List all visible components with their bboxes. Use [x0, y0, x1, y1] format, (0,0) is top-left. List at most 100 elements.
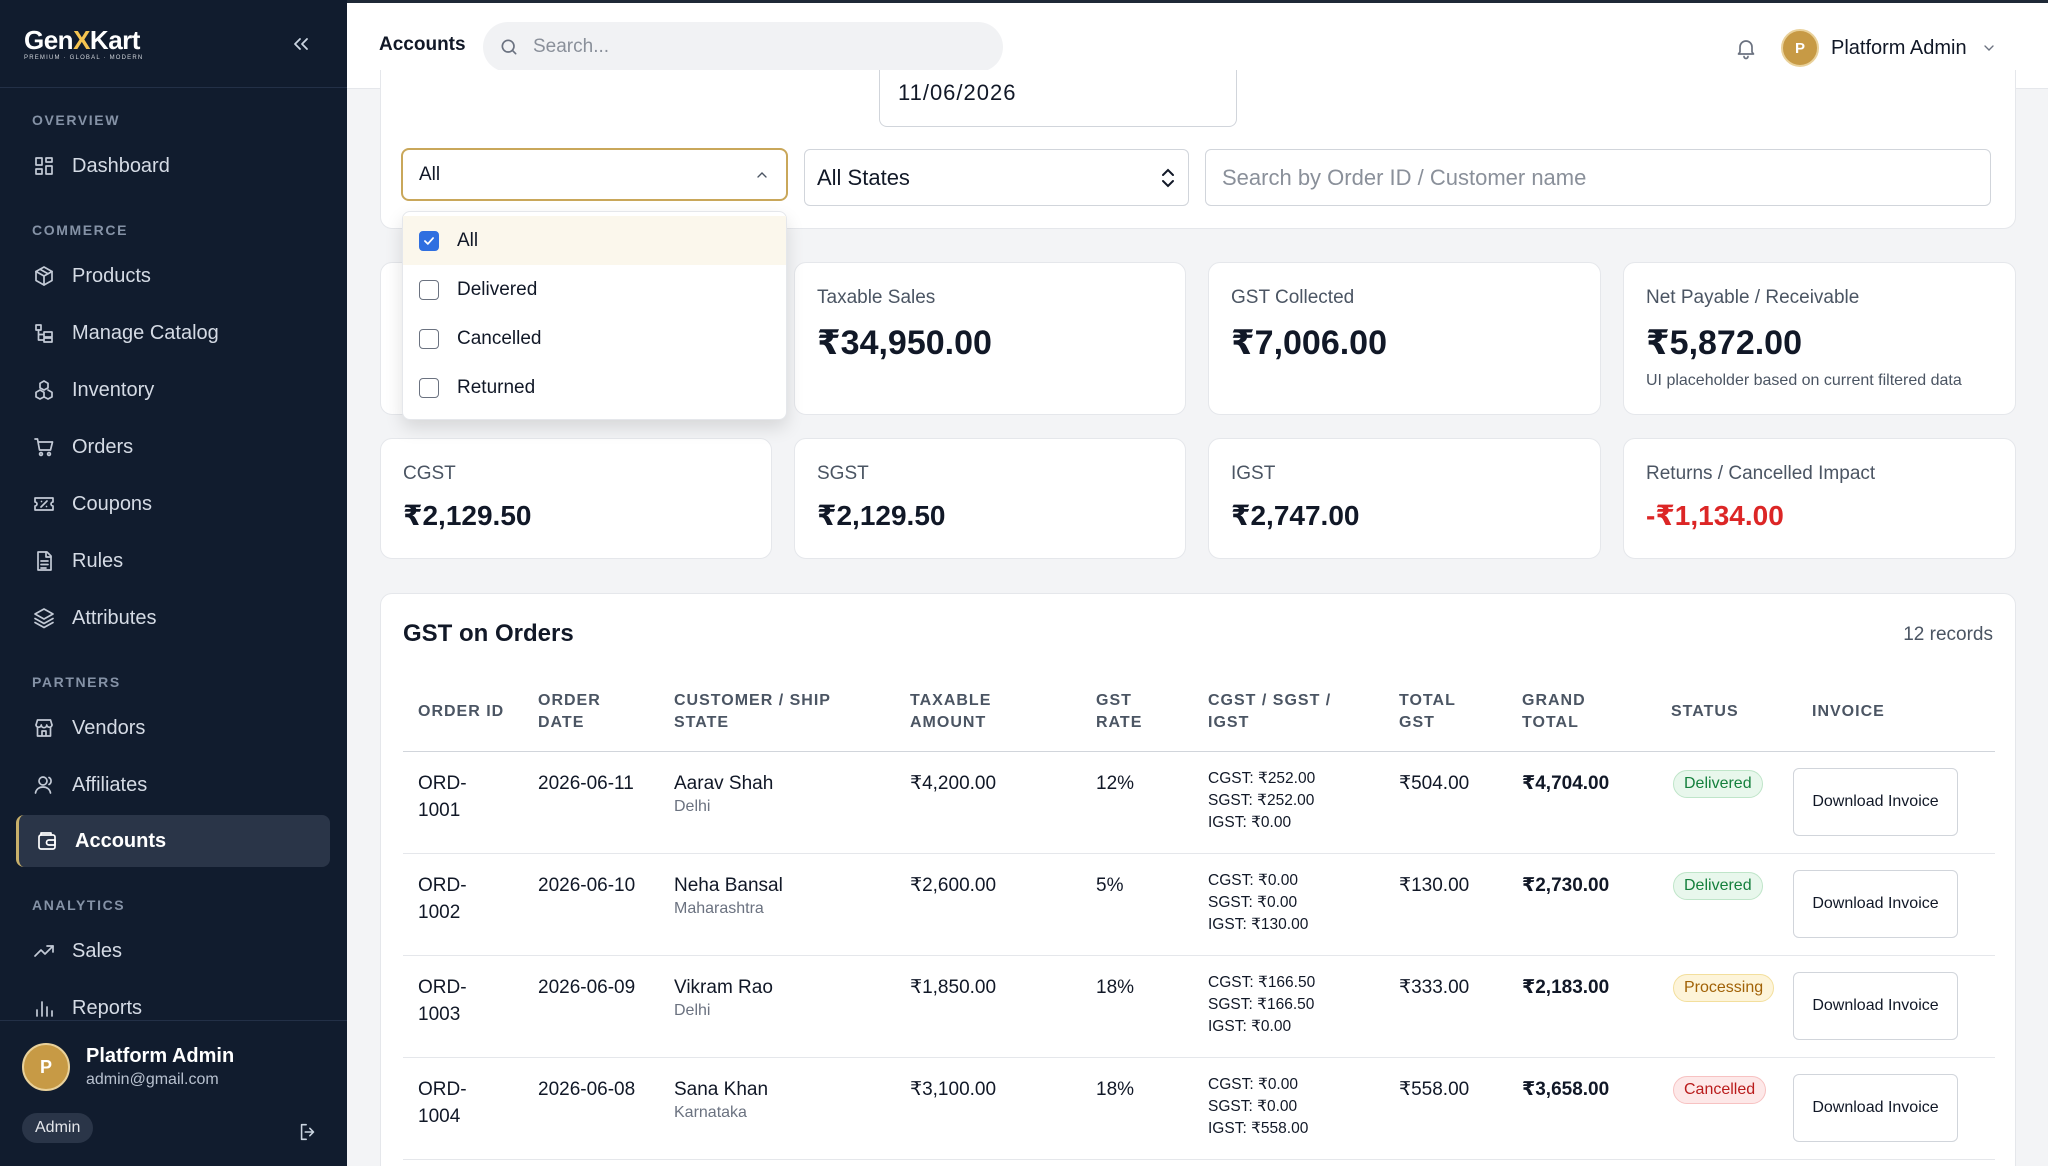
- stat-card-gst-collected: GST Collected ₹7,006.00: [1208, 262, 1601, 415]
- status-badge: Delivered: [1673, 872, 1763, 900]
- sidebar: GenXKart PREMIUM · GLOBAL · MODERN OVERV…: [0, 0, 347, 1166]
- status-filter-select[interactable]: All: [401, 148, 788, 201]
- status-badge: Cancelled: [1673, 1076, 1767, 1104]
- table-row: ORD-1002 2026-06-10 Neha Bansal Maharash…: [403, 854, 1995, 956]
- collapse-sidebar-icon[interactable]: [289, 32, 313, 56]
- sidebar-item-attributes[interactable]: Attributes: [16, 592, 330, 644]
- sidebar-item-label: Vendors: [72, 716, 146, 739]
- cart-icon: [34, 438, 54, 457]
- user-menu[interactable]: P Platform Admin: [1781, 29, 1997, 67]
- sidebar-item-label: Affiliates: [72, 773, 148, 796]
- checkbox[interactable]: [419, 279, 439, 300]
- taxable-amount: ₹4,200.00: [910, 773, 997, 794]
- sidebar-user-name: Platform Admin: [86, 1045, 235, 1067]
- bell-icon[interactable]: [1734, 36, 1758, 60]
- sidebar-item-orders[interactable]: Orders: [16, 421, 330, 473]
- taxable-amount: ₹1,850.00: [910, 977, 997, 998]
- grand-total: ₹4,704.00: [1522, 773, 1610, 794]
- gst-rate: 18%: [1096, 977, 1135, 998]
- order-id: ORD-1004: [418, 1079, 467, 1127]
- catalog-icon: [35, 324, 53, 343]
- status-option-returned[interactable]: Returned: [403, 363, 786, 412]
- col-invoice: INVOICE: [1812, 703, 1885, 720]
- col-customer: CUSTOMER / SHIP STATE: [674, 692, 831, 731]
- status-filter-value: All: [419, 163, 441, 185]
- brand-logo[interactable]: GenXKart PREMIUM · GLOBAL · MODERN: [24, 26, 143, 61]
- grand-total: ₹2,730.00: [1522, 875, 1610, 896]
- chevron-down-icon: [1983, 45, 1994, 51]
- download-invoice-button[interactable]: Download Invoice: [1793, 1074, 1958, 1142]
- sidebar-item-manage-catalog[interactable]: Manage Catalog: [16, 307, 330, 359]
- customer-cell: Aarav Shah Delhi: [674, 773, 774, 815]
- sidebar-item-products[interactable]: Products: [16, 250, 330, 302]
- checkbox-checked[interactable]: [419, 230, 439, 251]
- sidebar-item-label: Orders: [72, 435, 134, 458]
- gst-breakdown: CGST: ₹0.00 SGST: ₹0.00 IGST: ₹130.00: [1208, 872, 1309, 933]
- state-filter-value: All States: [817, 164, 910, 190]
- sidebar-header: GenXKart PREMIUM · GLOBAL · MODERN: [0, 0, 347, 88]
- sidebar-item-label: Accounts: [75, 829, 167, 852]
- sidebar-item-label: Sales: [72, 939, 123, 962]
- state-filter-select[interactable]: All States: [804, 149, 1189, 206]
- user-name: Platform Admin: [1831, 36, 1967, 59]
- avatar: P: [1781, 29, 1819, 67]
- sidebar-footer: P Platform Admin admin@gmail.com Admin: [0, 1020, 347, 1166]
- total-gst: ₹558.00: [1399, 1079, 1470, 1100]
- status-badge: Delivered: [1673, 770, 1763, 798]
- sidebar-item-accounts[interactable]: Accounts: [16, 815, 330, 867]
- document-icon: [37, 551, 52, 571]
- global-search[interactable]: [483, 22, 1003, 72]
- logout-icon[interactable]: [297, 1121, 319, 1143]
- checkbox[interactable]: [419, 328, 439, 349]
- search-icon: [501, 39, 517, 55]
- download-invoice-button[interactable]: Download Invoice: [1793, 768, 1958, 836]
- total-gst: ₹130.00: [1399, 875, 1470, 896]
- sidebar-item-rules[interactable]: Rules: [16, 535, 330, 587]
- order-search-input[interactable]: [1205, 149, 1991, 206]
- user-icon: [34, 776, 52, 794]
- download-invoice-button[interactable]: Download Invoice: [1793, 972, 1958, 1040]
- grand-total: ₹3,658.00: [1522, 1079, 1610, 1100]
- section-overview: OVERVIEW: [32, 112, 121, 128]
- customer-cell: Neha Bansal Maharashtra: [674, 875, 783, 917]
- gst-breakdown: CGST: ₹166.50 SGST: ₹166.50 IGST: ₹0.00: [1208, 974, 1316, 1035]
- sidebar-item-dashboard[interactable]: Dashboard: [16, 140, 330, 192]
- taxable-amount: ₹2,600.00: [910, 875, 997, 896]
- customer-cell: Vikram Rao Delhi: [674, 977, 773, 1019]
- sidebar-user[interactable]: P Platform Admin admin@gmail.com: [22, 1043, 234, 1091]
- order-date: 2026-06-08: [538, 1079, 636, 1100]
- sidebar-item-coupons[interactable]: Coupons: [16, 478, 330, 530]
- table-row: ORD-1004 2026-06-08 Sana Khan Karnataka …: [403, 1058, 1995, 1160]
- customer-cell: Sana Khan Karnataka: [674, 1079, 769, 1121]
- sidebar-item-label: Manage Catalog: [72, 321, 219, 344]
- inventory-icon: [35, 380, 53, 400]
- col-total-gst: TOTAL GST: [1399, 692, 1456, 731]
- download-invoice-button[interactable]: Download Invoice: [1793, 870, 1958, 938]
- bar-chart-icon: [36, 1001, 53, 1017]
- avatar: P: [22, 1043, 70, 1091]
- table-row: ORD-1001 2026-06-11 Aarav Shah Delhi ₹4,…: [403, 752, 1995, 854]
- dashboard-icon: [35, 157, 53, 175]
- col-taxable: TAXABLE AMOUNT: [910, 692, 992, 731]
- gst-breakdown: CGST: ₹252.00 SGST: ₹252.00 IGST: ₹0.00: [1208, 770, 1316, 831]
- status-option-cancelled[interactable]: Cancelled: [403, 314, 786, 363]
- stat-card-igst: IGST ₹2,747.00: [1208, 438, 1601, 559]
- order-date: 2026-06-11: [538, 773, 634, 794]
- col-cgst-sgst-igst: CGST / SGST / IGST: [1208, 692, 1332, 731]
- status-badge: Processing: [1673, 974, 1775, 1002]
- sidebar-item-vendors[interactable]: Vendors: [16, 702, 330, 754]
- stat-card-taxable-sales: Taxable Sales ₹34,950.00: [794, 262, 1186, 415]
- checkbox[interactable]: [419, 377, 439, 398]
- sidebar-item-affiliates[interactable]: Affiliates: [16, 759, 330, 811]
- store-icon: [35, 719, 53, 737]
- order-id: ORD-1001: [418, 773, 467, 821]
- status-option-delivered[interactable]: Delivered: [403, 265, 786, 314]
- role-badge: Admin: [22, 1113, 94, 1143]
- sidebar-item-sales[interactable]: Sales: [16, 925, 330, 977]
- search-input[interactable]: [533, 36, 973, 58]
- status-option-all[interactable]: All: [403, 216, 786, 265]
- section-commerce: COMMERCE: [32, 222, 129, 238]
- col-grand-total: GRAND TOTAL: [1522, 692, 1586, 731]
- date-field[interactable]: 11/06/2026: [879, 70, 1237, 127]
- sidebar-item-inventory[interactable]: Inventory: [16, 364, 330, 416]
